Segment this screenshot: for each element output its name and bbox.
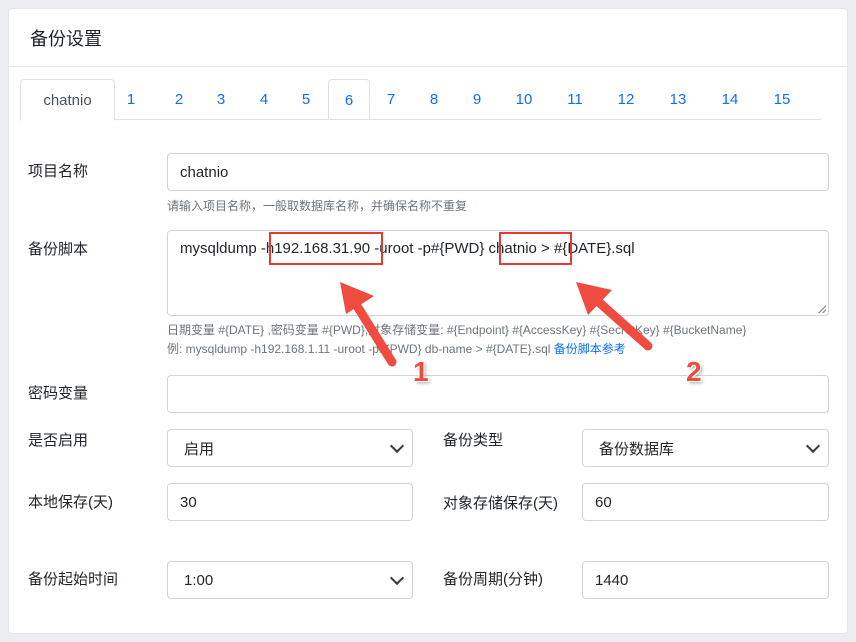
annotation-arrows	[340, 282, 653, 367]
annotation-arrow-1	[340, 282, 397, 367]
annotation-arrow-2	[576, 282, 653, 351]
annotation-number-2: 2	[686, 356, 702, 387]
annotation-number-1: 1	[413, 356, 429, 387]
